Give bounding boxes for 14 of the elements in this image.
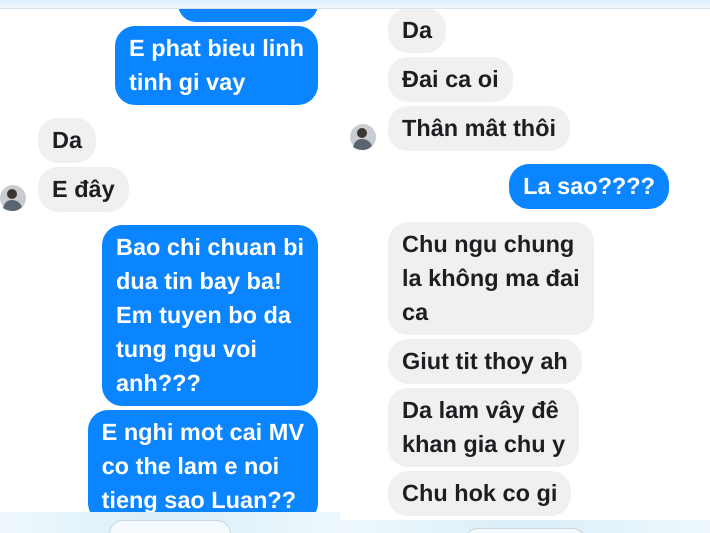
message-bubble: La sao???? [509, 164, 669, 209]
message-bubble: Chu hok co gi [388, 471, 572, 516]
message-bubble: Bao chi chuan bi dua tin bay ba! Em tuyen bo da tung ngu voi anh??? [102, 225, 318, 406]
message-bubble: Da [38, 118, 96, 163]
avatar-icon [350, 124, 376, 150]
message-bubble: Giut tit thoy ah [388, 339, 582, 384]
message-bubble: Thân mât thôi [388, 106, 570, 151]
message-bubble: E đây [38, 167, 129, 212]
avatar-icon [0, 185, 26, 211]
message-bubble: Đai ca oi [388, 57, 513, 102]
message-bubble: E phat bieu linh tinh gi vay [115, 26, 318, 105]
message-bubble: Da lam vây đê khan gia chu y [388, 388, 580, 467]
message-bubble: Chu ngu chung la không ma đai ca [388, 222, 594, 335]
message-bubble: Da [388, 8, 446, 53]
